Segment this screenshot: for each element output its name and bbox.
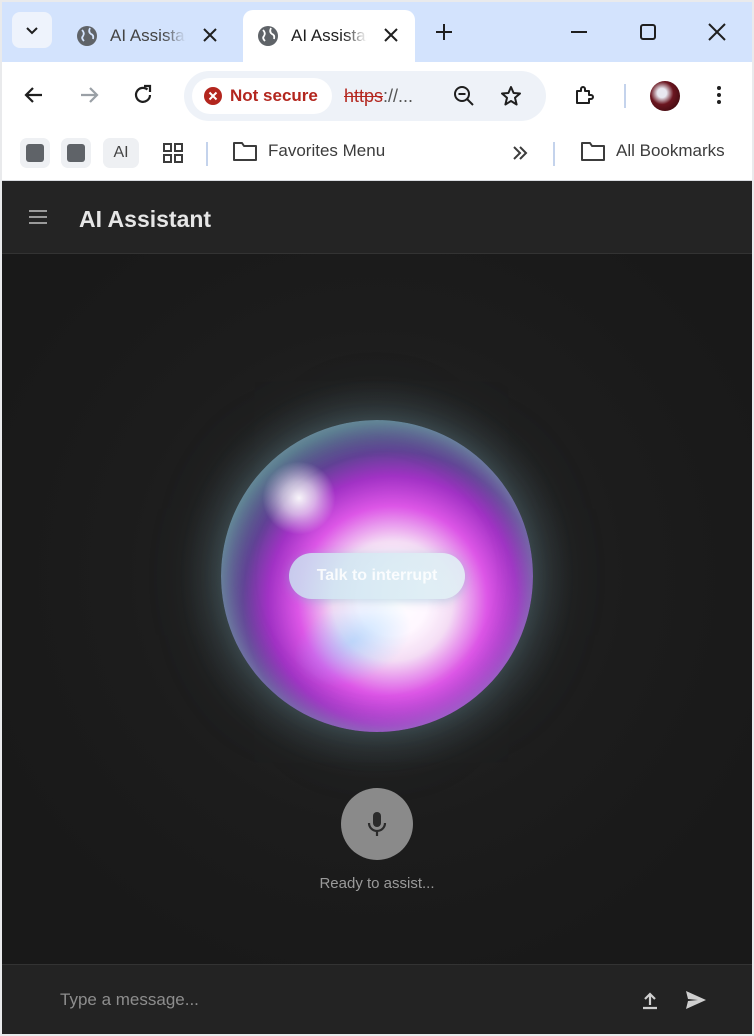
message-input[interactable] xyxy=(44,983,636,1017)
bookmarks-bar: AI Favorites Menu All Bookmarks xyxy=(2,128,752,181)
more-menu-icon[interactable] xyxy=(707,83,731,107)
voice-stage: Talk to interrupt Ready to assist... xyxy=(2,254,752,964)
bookmark-star-icon[interactable] xyxy=(499,84,523,108)
profile-avatar[interactable] xyxy=(650,81,680,111)
globe-icon xyxy=(258,26,278,46)
status-text: Ready to assist... xyxy=(319,875,435,892)
maximize-icon[interactable] xyxy=(636,20,660,44)
forward-icon[interactable] xyxy=(77,83,101,107)
globe-icon xyxy=(77,26,97,46)
app-header: AI Assistant xyxy=(2,181,752,254)
security-chip[interactable]: Not secure xyxy=(192,78,332,114)
message-input-bar xyxy=(2,964,752,1034)
folder-icon xyxy=(233,142,257,161)
app-title: AI Assistant xyxy=(79,206,212,232)
minimize-icon[interactable] xyxy=(567,20,591,44)
security-label: Not secure xyxy=(230,86,318,105)
browser-window: AI Assistant AI Assistant Not secure htt… xyxy=(2,2,752,1034)
warning-icon xyxy=(204,87,222,105)
extensions-icon[interactable] xyxy=(573,83,597,107)
menu-icon[interactable] xyxy=(28,208,48,226)
url-text[interactable]: https://... xyxy=(344,86,413,107)
favorites-menu-folder[interactable]: Favorites Menu xyxy=(232,140,385,162)
favorites-menu-label: Favorites Menu xyxy=(268,141,386,160)
bookmark-item-2[interactable] xyxy=(61,138,91,168)
all-bookmarks-label: All Bookmarks xyxy=(616,141,725,160)
back-icon[interactable] xyxy=(22,83,46,107)
upload-icon[interactable] xyxy=(640,990,660,1010)
bookmark-item-1[interactable] xyxy=(20,138,50,168)
bookmark-ai[interactable]: AI xyxy=(103,138,139,168)
folder-icon xyxy=(581,142,605,161)
bookmark-favicon xyxy=(67,144,85,162)
chevron-double-right-icon[interactable] xyxy=(510,143,530,163)
tab-title: AI Assistant xyxy=(291,26,367,45)
browser-toolbar: Not secure https://... xyxy=(2,62,752,128)
tab-search-button[interactable] xyxy=(12,12,52,48)
bookmarks-divider xyxy=(553,142,555,166)
toolbar-divider xyxy=(624,84,626,108)
ai-assistant-app: AI Assistant Talk to interrupt Ready to … xyxy=(2,181,752,1034)
url-rest: ://... xyxy=(383,86,414,106)
bookmarks-divider xyxy=(206,142,208,166)
chevron-down-icon xyxy=(26,27,38,35)
all-bookmarks-folder[interactable]: All Bookmarks xyxy=(580,140,725,162)
url-scheme: https xyxy=(344,86,384,106)
tab-ai-assistant-1[interactable]: AI Assistant xyxy=(62,10,234,62)
tab-ai-assistant-2[interactable]: AI Assistant xyxy=(243,10,415,62)
talk-to-interrupt-button[interactable]: Talk to interrupt xyxy=(289,553,465,599)
zoom-out-icon[interactable] xyxy=(452,84,476,108)
microphone-icon xyxy=(367,812,387,836)
close-tab-icon[interactable] xyxy=(200,25,220,45)
reload-icon[interactable] xyxy=(131,83,155,107)
tab-title: AI Assistant xyxy=(110,26,186,45)
new-tab-icon[interactable] xyxy=(432,20,456,44)
bookmark-favicon xyxy=(26,144,44,162)
tab-strip: AI Assistant AI Assistant xyxy=(2,2,752,62)
close-window-icon[interactable] xyxy=(705,20,729,44)
microphone-button[interactable] xyxy=(341,788,413,860)
address-bar[interactable]: Not secure https://... xyxy=(184,71,546,121)
close-tab-icon[interactable] xyxy=(381,25,401,45)
send-icon[interactable] xyxy=(684,989,708,1011)
apps-grid-icon[interactable] xyxy=(161,141,185,165)
